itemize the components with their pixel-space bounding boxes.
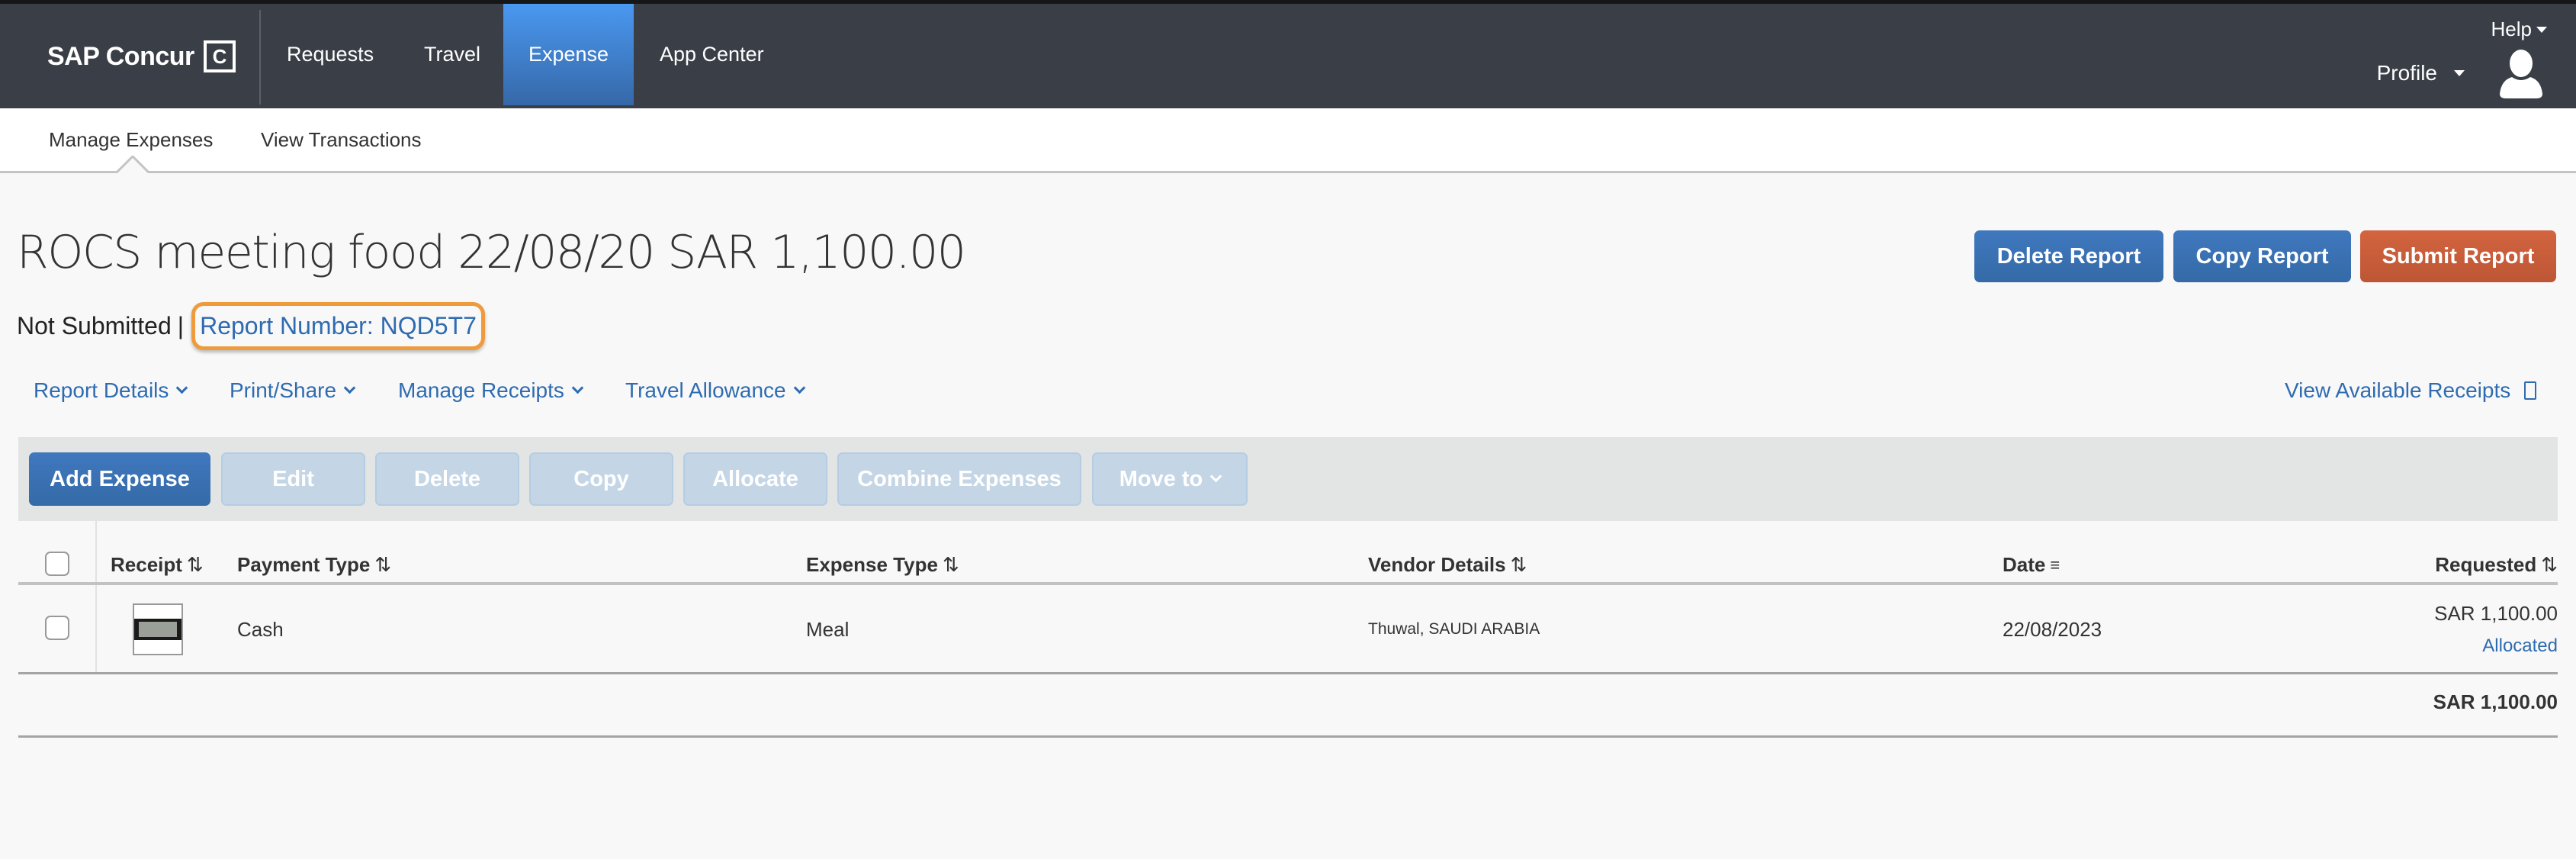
- vendor-details-cell: Thuwal, SAUDI ARABIA: [1368, 620, 1540, 638]
- add-expense-button[interactable]: Add Expense: [29, 452, 210, 506]
- header-divider: [18, 582, 2558, 585]
- concur-logo-icon: C: [203, 40, 236, 72]
- report-details-menu[interactable]: Report Details: [34, 378, 188, 403]
- payment-type-cell: Cash: [237, 618, 284, 641]
- subnav-manage-expenses[interactable]: Manage Expenses: [49, 128, 213, 152]
- receipt-image: [134, 619, 181, 640]
- date-cell: 22/08/2023: [2003, 618, 2102, 641]
- submit-report-button[interactable]: Submit Report: [2360, 230, 2556, 282]
- payment-type-header-label: Payment Type: [237, 553, 371, 576]
- vendor-details-header-label: Vendor Details: [1368, 553, 1506, 576]
- report-title: ROCS meeting food 22/08/20 SAR 1,100.00: [17, 226, 966, 279]
- chevron-down-icon: [571, 381, 584, 394]
- travel-allowance-menu[interactable]: Travel Allowance: [625, 378, 805, 403]
- delete-report-button[interactable]: Delete Report: [1974, 230, 2163, 282]
- total-amount: SAR 1,100.00: [2433, 690, 2558, 713]
- print-share-label: Print/Share: [230, 378, 337, 402]
- sort-icon: ⇅: [186, 553, 204, 576]
- sub-navigation: Manage Expenses View Transactions: [0, 108, 2576, 173]
- column-header-receipt[interactable]: Receipt ⇅: [111, 553, 204, 577]
- manage-receipts-menu[interactable]: Manage Receipts: [398, 378, 584, 403]
- receipt-icon: [2524, 381, 2537, 400]
- sort-icon: ⇅: [2541, 553, 2558, 576]
- active-tab-pointer-icon: [116, 156, 149, 173]
- total-divider: [18, 735, 2558, 738]
- column-header-vendor-details[interactable]: Vendor Details ⇅: [1368, 553, 1527, 577]
- chevron-down-icon: [343, 381, 356, 394]
- allocate-button[interactable]: Allocate: [683, 452, 827, 506]
- select-all-checkbox[interactable]: [45, 552, 69, 576]
- view-available-receipts-label: View Available Receipts: [2285, 378, 2511, 402]
- caret-down-icon: [2454, 70, 2465, 76]
- view-available-receipts-link[interactable]: View Available Receipts: [2285, 378, 2537, 403]
- print-share-menu[interactable]: Print/Share: [230, 378, 356, 403]
- column-header-payment-type[interactable]: Payment Type ⇅: [237, 553, 391, 577]
- receipt-header-label: Receipt: [111, 553, 182, 576]
- sort-descending-icon: ≡: [2050, 555, 2060, 574]
- sort-icon: ⇅: [942, 553, 959, 576]
- expense-type-cell: Meal: [806, 618, 850, 641]
- manage-receipts-label: Manage Receipts: [398, 378, 564, 402]
- receipt-thumbnail[interactable]: [133, 603, 183, 655]
- report-details-label: Report Details: [34, 378, 169, 402]
- caret-down-icon: [2536, 26, 2547, 33]
- nav-item-app-center[interactable]: App Center: [634, 4, 790, 105]
- edit-button[interactable]: Edit: [221, 452, 365, 506]
- delete-button[interactable]: Delete: [375, 452, 519, 506]
- report-number-link[interactable]: Report Number: NQD5T7: [191, 302, 485, 350]
- sap-concur-logo[interactable]: SAP Concur C: [47, 40, 236, 72]
- status-separator: |: [177, 312, 185, 339]
- allocated-link[interactable]: Allocated: [2482, 635, 2558, 657]
- user-avatar-icon[interactable]: [2498, 50, 2544, 99]
- copy-report-button[interactable]: Copy Report: [2173, 230, 2351, 282]
- sort-icon: ⇅: [1510, 553, 1527, 576]
- move-to-button[interactable]: Move to: [1092, 452, 1248, 506]
- move-to-label: Move to: [1119, 466, 1203, 491]
- column-header-requested[interactable]: Requested ⇅: [2435, 553, 2558, 577]
- combine-expenses-button[interactable]: Combine Expenses: [837, 452, 1081, 506]
- chevron-down-icon: [1210, 470, 1222, 482]
- brand-name: SAP Concur: [47, 41, 194, 71]
- requested-amount-cell: SAR 1,100.00: [2434, 602, 2558, 625]
- column-divider: [95, 521, 97, 674]
- travel-allowance-label: Travel Allowance: [625, 378, 786, 402]
- requested-header-label: Requested: [2435, 553, 2537, 576]
- column-header-expense-type[interactable]: Expense Type ⇅: [806, 553, 959, 577]
- profile-menu[interactable]: Profile: [2377, 61, 2465, 85]
- help-label: Help: [2491, 18, 2532, 40]
- row-checkbox[interactable]: [45, 616, 69, 640]
- top-navbar: SAP Concur C Requests Travel Expense App…: [0, 4, 2576, 108]
- subnav-view-transactions[interactable]: View Transactions: [261, 128, 422, 152]
- date-header-label: Date: [2003, 553, 2046, 576]
- row-divider: [18, 672, 2558, 674]
- nav-item-requests[interactable]: Requests: [261, 4, 400, 105]
- report-status: Not Submitted: [17, 312, 172, 339]
- expense-toolbar: Add Expense Edit Delete Copy Allocate Co…: [18, 437, 2558, 521]
- nav-item-travel[interactable]: Travel: [398, 4, 506, 105]
- copy-button[interactable]: Copy: [529, 452, 673, 506]
- report-status-line: Not Submitted | Report Number: NQD5T7: [17, 302, 485, 350]
- help-menu[interactable]: Help: [2491, 18, 2547, 41]
- profile-label: Profile: [2376, 61, 2437, 85]
- chevron-down-icon: [176, 381, 188, 394]
- sort-icon: ⇅: [374, 553, 392, 576]
- nav-item-expense[interactable]: Expense: [503, 4, 634, 105]
- column-header-date[interactable]: Date ≡: [2003, 553, 2060, 577]
- chevron-down-icon: [793, 381, 805, 394]
- expense-type-header-label: Expense Type: [806, 553, 938, 576]
